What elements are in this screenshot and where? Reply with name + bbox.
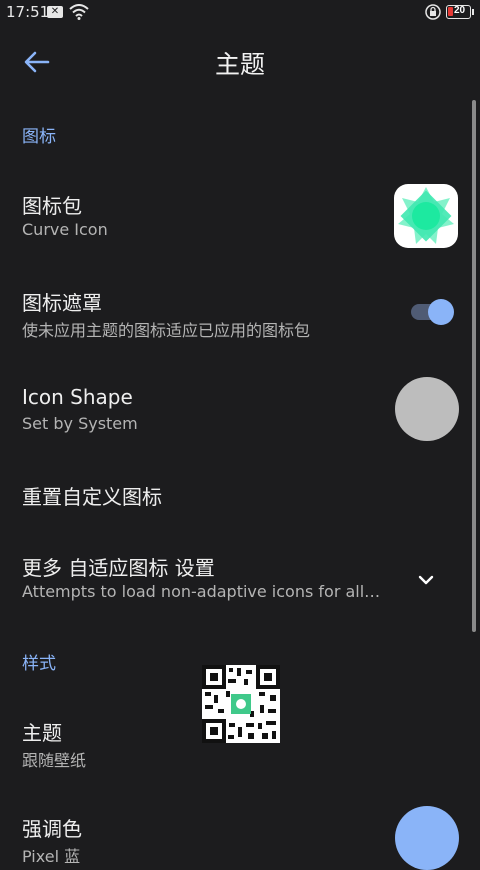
icon-pack-preview-icon[interactable] xyxy=(394,184,458,248)
accent-color-title: 强调色 xyxy=(22,817,82,841)
section-header-icons: 图标 xyxy=(22,127,56,147)
icon-shape-summary: Set by System xyxy=(22,414,138,433)
adaptive-settings-summary: Attempts to load non-adaptive icons for … xyxy=(22,582,381,601)
chevron-down-icon[interactable] xyxy=(414,568,438,592)
status-bar: 17:51 ✕ 20 xyxy=(0,0,480,26)
icon-mask-summary: 使未应用主题的图标适应已应用的图标包 xyxy=(22,321,311,340)
battery-level: 20 xyxy=(454,5,466,16)
qr-code-icon xyxy=(202,665,280,743)
icon-mask-title: 图标遮罩 xyxy=(22,291,102,315)
reset-icons-item[interactable]: 重置自定义图标 xyxy=(0,470,470,520)
icon-mask-toggle[interactable] xyxy=(411,299,455,325)
wifi-icon xyxy=(69,4,89,20)
battery-icon: 20 xyxy=(446,5,474,19)
icon-pack-summary: Curve Icon xyxy=(22,220,108,239)
theme-summary: 跟随壁纸 xyxy=(22,751,87,770)
adaptive-settings-title: 更多 自适应图标 设置 xyxy=(22,556,215,580)
icon-mask-item[interactable]: 图标遮罩 使未应用主题的图标适应已应用的图标包 xyxy=(0,280,470,350)
notification-x-icon: ✕ xyxy=(47,6,63,18)
reset-icons-title: 重置自定义图标 xyxy=(22,485,162,509)
icon-pack-title: 图标包 xyxy=(22,194,82,218)
toolbar: 主题 xyxy=(0,30,480,94)
toggle-thumb xyxy=(428,299,454,325)
section-header-style: 样式 xyxy=(22,654,56,674)
scrollbar[interactable] xyxy=(472,100,476,632)
status-time: 17:51 xyxy=(6,3,50,21)
theme-title: 主题 xyxy=(22,721,62,745)
icon-shape-title: Icon Shape xyxy=(22,385,133,409)
accent-color-summary: Pixel 蓝 xyxy=(22,847,81,866)
lock-icon xyxy=(425,4,441,20)
adaptive-settings-item[interactable]: 更多 自适应图标 设置 Attempts to load non-adaptiv… xyxy=(0,545,470,615)
icon-shape-preview[interactable] xyxy=(395,377,459,441)
accent-color-preview[interactable] xyxy=(395,806,459,870)
page-title: 主题 xyxy=(214,50,265,79)
